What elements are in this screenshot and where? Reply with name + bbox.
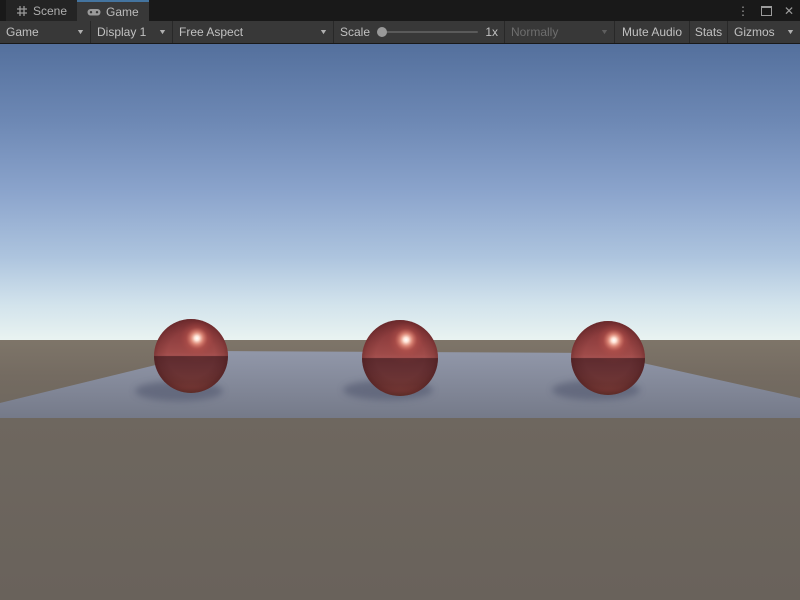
- window-controls: ⋮ ✕: [735, 0, 796, 21]
- tab-scene-label: Scene: [33, 4, 67, 18]
- chevron-down-icon: ▼: [76, 29, 85, 36]
- tab-scene[interactable]: Scene: [6, 0, 77, 21]
- display-dropdown[interactable]: Display 1 ▼: [91, 21, 173, 43]
- mute-audio-button[interactable]: Mute Audio: [615, 21, 690, 43]
- scale-control: Scale 1x: [334, 21, 505, 43]
- rendered-scene: [0, 44, 800, 600]
- unity-game-window: Scene Game ⋮ ✕ Game ▼ Display 1 ▼: [0, 0, 800, 600]
- tab-bar: Scene Game ⋮ ✕: [0, 0, 800, 21]
- gizmos-label: Gizmos: [734, 25, 775, 39]
- game-view-toolbar: Game ▼ Display 1 ▼ Free Aspect ▼ Scale 1…: [0, 21, 800, 44]
- game-view-dropdown[interactable]: Game ▼: [0, 21, 91, 43]
- mute-audio-label: Mute Audio: [622, 25, 682, 39]
- chevron-down-icon: ▼: [158, 29, 167, 36]
- display-dropdown-label: Display 1: [97, 25, 146, 39]
- skybox: [0, 44, 800, 340]
- aspect-ratio-label: Free Aspect: [179, 25, 243, 39]
- maximize-icon[interactable]: [761, 6, 772, 16]
- tab-game-label: Game: [106, 5, 139, 19]
- close-icon[interactable]: ✕: [782, 4, 796, 18]
- scale-value: 1x: [485, 25, 498, 39]
- grid-icon: [16, 5, 28, 17]
- stats-label: Stats: [695, 25, 722, 39]
- scale-slider-knob[interactable]: [377, 27, 387, 37]
- gizmos-dropdown[interactable]: Gizmos ▼: [728, 21, 800, 43]
- chevron-down-icon: ▼: [786, 29, 795, 36]
- scale-slider-track[interactable]: [377, 31, 478, 33]
- chevron-down-icon: ▼: [319, 29, 328, 36]
- sphere-specular-highlight: [571, 321, 645, 395]
- stats-button[interactable]: Stats: [690, 21, 728, 43]
- game-view-dropdown-label: Game: [6, 25, 39, 39]
- scale-slider[interactable]: [377, 21, 478, 43]
- tab-game[interactable]: Game: [77, 0, 149, 21]
- sphere-specular-highlight: [154, 319, 228, 393]
- maximize-on-play-label: Normally: [511, 25, 558, 39]
- game-viewport[interactable]: [0, 44, 800, 600]
- scale-label: Scale: [340, 25, 370, 39]
- sphere-specular-highlight: [362, 320, 438, 396]
- chevron-down-icon: ▼: [600, 29, 609, 36]
- gamepad-icon: [87, 6, 101, 18]
- maximize-on-play-dropdown[interactable]: Normally ▼: [505, 21, 615, 43]
- aspect-ratio-dropdown[interactable]: Free Aspect ▼: [173, 21, 334, 43]
- kebab-menu-icon[interactable]: ⋮: [735, 4, 751, 18]
